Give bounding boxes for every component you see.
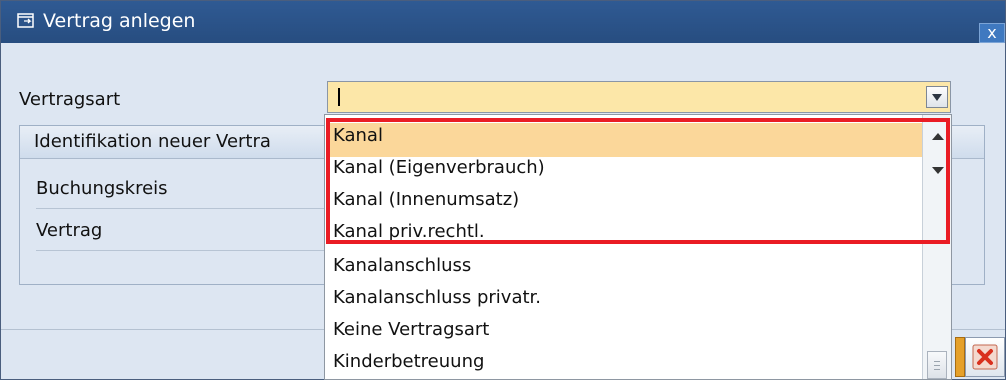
vertrag-label: Vertrag (36, 220, 103, 241)
scroll-thumb[interactable] (927, 351, 947, 379)
vertragsart-label: Vertragsart (19, 89, 121, 110)
text-cursor (338, 88, 340, 106)
dropdown-item[interactable]: Keine Vertragsart (333, 319, 489, 340)
dropdown-item[interactable]: Kanalanschluss privatr. (333, 287, 541, 308)
dropdown-item[interactable]: Kanal priv.rechtl. (333, 221, 485, 242)
title-bar: Vertrag anlegen x (1, 1, 1005, 43)
dropdown-item[interactable]: Kanal (333, 125, 383, 146)
vertragsart-dropdown-list[interactable]: Kanal Kanal (Eigenverbrauch) Kanal (Inne… (324, 114, 952, 380)
window-title: Vertrag anlegen (43, 10, 196, 32)
dropdown-item[interactable]: Kanal (Innenumsatz) (333, 189, 519, 210)
divider (36, 208, 326, 209)
selected-row-highlight (327, 123, 923, 157)
group-title: Identifikation neuer Vertra (34, 131, 271, 152)
scroll-up-icon[interactable] (932, 133, 944, 140)
dropdown-item[interactable]: Kanalanschluss (333, 255, 471, 276)
combo-dropdown-button[interactable] (926, 86, 948, 108)
vertragsart-combobox[interactable] (327, 81, 951, 113)
confirm-button[interactable] (955, 337, 965, 377)
chevron-down-icon (932, 94, 942, 101)
cancel-button[interactable] (965, 337, 1005, 377)
scroll-down-icon[interactable] (932, 167, 944, 174)
grip-line (934, 369, 940, 370)
buchungskreis-label: Buchungskreis (36, 178, 168, 199)
dropdown-scrollbar[interactable] (922, 115, 951, 379)
grip-line (934, 361, 940, 362)
grip-line (934, 365, 940, 366)
close-button[interactable]: x (979, 23, 1005, 43)
close-icon: x (987, 23, 997, 42)
divider (36, 250, 326, 251)
cancel-icon (972, 344, 998, 370)
dropdown-item[interactable]: Kanal (Eigenverbrauch) (333, 157, 545, 178)
display-window-icon (17, 13, 34, 28)
dropdown-item[interactable]: Kinderbetreuung (333, 351, 484, 372)
